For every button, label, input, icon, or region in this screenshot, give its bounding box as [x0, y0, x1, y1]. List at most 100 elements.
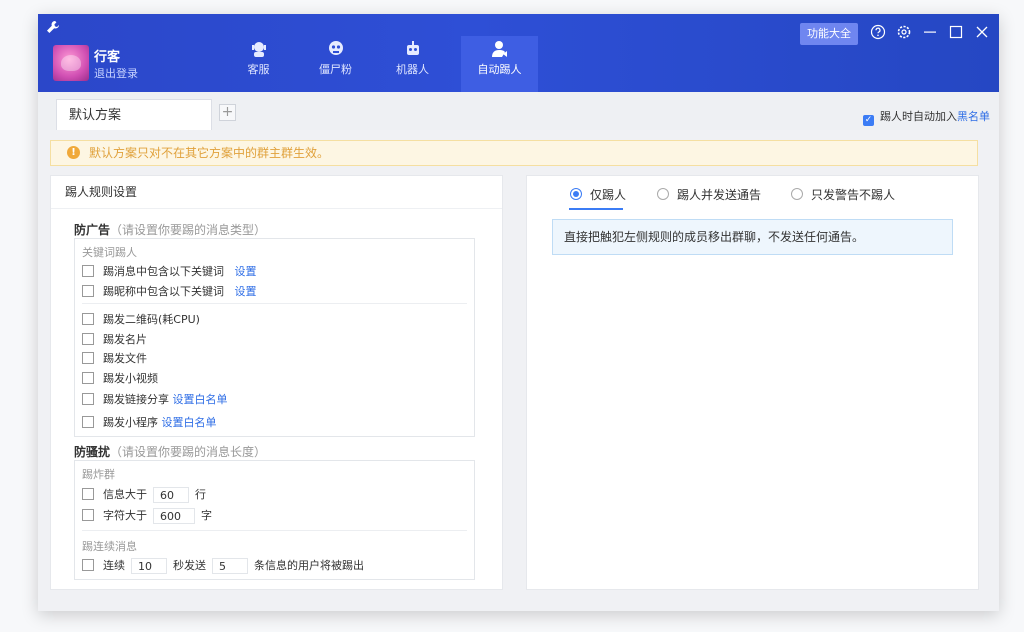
rule-label: 秒发送	[173, 559, 206, 572]
unit-label: 行	[195, 488, 206, 501]
panel-title: 踢人规则设置	[51, 176, 502, 209]
rule-link[interactable]: 踢发链接分享 设置白名单	[82, 391, 228, 407]
rule-info-lines[interactable]: 信息大于 60 行	[82, 486, 206, 503]
nav-tab-auto-kick[interactable]: 自动踢人	[461, 36, 538, 92]
checkbox[interactable]	[82, 559, 94, 571]
kick-user-icon	[491, 40, 509, 58]
checkbox[interactable]	[82, 352, 94, 364]
rule-file[interactable]: 踢发文件	[82, 350, 147, 366]
rule-label: 踢昵称中包含以下关键词	[103, 285, 224, 298]
notice-banner: ! 默认方案只对不在其它方案中的群主群生效。	[50, 140, 978, 166]
anti-ad-title: 防广告（请设置你要踢的消息类型）	[74, 221, 266, 238]
nav-tab-zombie-fans[interactable]: 僵尸粉	[297, 36, 374, 92]
notice-text: 默认方案只对不在其它方案中的群主群生效。	[89, 146, 330, 160]
logout-link[interactable]: 退出登录	[94, 65, 138, 81]
nav-tab-customer-service[interactable]: 客服	[220, 36, 297, 92]
message-count-input[interactable]: 5	[212, 558, 248, 574]
radio-kick-and-notify[interactable]: 踢人并发送通告	[657, 186, 761, 203]
checkbox[interactable]	[82, 488, 94, 500]
keyword-group-label: 关键词踢人	[82, 246, 137, 259]
anti-spam-title: 防骚扰（请设置你要踢的消息长度）	[74, 443, 266, 460]
help-icon[interactable]	[870, 24, 886, 40]
divider	[82, 530, 467, 531]
checkbox[interactable]	[82, 285, 94, 297]
features-button[interactable]: 功能大全	[800, 23, 858, 45]
nav-tab-label: 机器人	[396, 63, 429, 76]
rule-continuous[interactable]: 连续 10 秒发送 5 条信息的用户将被踢出	[82, 557, 364, 574]
nav-tab-label: 客服	[247, 63, 270, 76]
checkbox[interactable]	[82, 333, 94, 345]
zombie-fan-icon	[327, 40, 345, 58]
anti-spam-group: 踢炸群 信息大于 60 行 字符大于 600 字 踢连续消息 连续 10 秒发送 5 条信息的用…	[74, 460, 475, 580]
blacklist-link[interactable]: 黑名单	[957, 110, 990, 123]
checkbox[interactable]	[82, 509, 94, 521]
rule-video[interactable]: 踢发小视频	[82, 370, 158, 386]
rule-label: 字符大于	[103, 509, 147, 522]
radio-label: 仅踢人	[590, 188, 627, 202]
char-count-input[interactable]: 600	[153, 508, 195, 524]
blacklist-text: 踢人时自动加入	[880, 110, 957, 123]
radio-kick-only[interactable]: 仅踢人	[570, 186, 626, 203]
blacklist-option[interactable]: ✓ 踢人时自动加入黑名单	[863, 108, 990, 126]
checkbox[interactable]	[82, 416, 94, 428]
rule-msg-keyword[interactable]: 踢消息中包含以下关键词 设置	[82, 263, 257, 279]
nav-tab-robot[interactable]: 机器人	[374, 36, 451, 92]
rule-label: 踢发小视频	[103, 372, 158, 385]
rule-label: 踢发名片	[103, 333, 147, 346]
radio-label: 踢人并发送通告	[677, 188, 762, 202]
rule-label: 踢发文件	[103, 352, 147, 365]
kick-action-panel: 仅踢人 踢人并发送通告 只发警告不踢人 直接把触犯左侧规则的成员移出群聊，不发送…	[526, 175, 979, 590]
set-keyword-link[interactable]: 设置	[235, 265, 257, 278]
section-title-text: 防骚扰	[74, 445, 111, 459]
selected-option-underline	[569, 208, 623, 210]
warning-icon: !	[67, 146, 80, 159]
add-tab-button[interactable]: +	[219, 104, 236, 121]
anti-ad-group: 关键词踢人 踢消息中包含以下关键词 设置 踢昵称中包含以下关键词 设置 踢发二维…	[74, 238, 475, 437]
tab-default-scheme[interactable]: 默认方案	[56, 99, 212, 130]
checkbox[interactable]	[82, 313, 94, 325]
whitelist-link[interactable]: 设置白名单	[162, 416, 217, 429]
rule-label: 踢发链接分享	[103, 393, 169, 406]
divider	[82, 303, 467, 304]
rule-qrcode[interactable]: 踢发二维码(耗CPU)	[82, 311, 200, 327]
whitelist-link[interactable]: 设置白名单	[173, 393, 228, 406]
maximize-icon[interactable]	[948, 24, 964, 40]
avatar[interactable]	[53, 45, 89, 81]
checkbox[interactable]	[82, 393, 94, 405]
radio-label: 只发警告不踢人	[811, 188, 896, 202]
rule-char-count[interactable]: 字符大于 600 字	[82, 507, 212, 524]
info-lines-input[interactable]: 60	[153, 487, 189, 503]
minimize-icon[interactable]	[922, 24, 938, 40]
rule-nick-keyword[interactable]: 踢昵称中包含以下关键词 设置	[82, 283, 257, 299]
rule-miniprogram[interactable]: 踢发小程序 设置白名单	[82, 414, 217, 430]
settings-gear-icon[interactable]	[896, 24, 912, 40]
radio-button[interactable]	[791, 188, 803, 200]
nav-tab-label: 自动踢人	[477, 63, 522, 76]
checkbox[interactable]	[82, 372, 94, 384]
bomb-group-label: 踢炸群	[82, 468, 115, 481]
scheme-tab-strip: 默认方案 + ✓ 踢人时自动加入黑名单	[38, 92, 999, 130]
option-description: 直接把触犯左侧规则的成员移出群聊，不发送任何通告。	[552, 219, 953, 255]
close-icon[interactable]	[974, 24, 990, 40]
robot-icon	[404, 40, 422, 58]
rule-card[interactable]: 踢发名片	[82, 331, 147, 347]
checkbox[interactable]	[82, 265, 94, 277]
checkbox-checked-icon[interactable]: ✓	[863, 115, 874, 126]
rule-label: 踢消息中包含以下关键词	[103, 265, 224, 278]
rule-label: 踢发二维码(耗CPU)	[103, 313, 200, 326]
section-hint: （请设置你要踢的消息长度）	[110, 445, 267, 459]
title-bar: 行客 退出登录 客服 僵尸粉 机器人 自动踢人 功能大全	[38, 14, 999, 92]
nav-tab-label: 僵尸粉	[319, 63, 352, 76]
section-title-text: 防广告	[74, 223, 111, 237]
wrench-icon	[46, 20, 60, 38]
customer-service-icon	[250, 40, 268, 58]
radio-button[interactable]	[657, 188, 669, 200]
username: 行客	[94, 50, 121, 65]
radio-warn-only[interactable]: 只发警告不踢人	[791, 186, 895, 203]
seconds-input[interactable]: 10	[131, 558, 167, 574]
section-hint: （请设置你要踢的消息类型）	[110, 223, 267, 237]
kick-rules-panel: 踢人规则设置 防广告（请设置你要踢的消息类型） 关键词踢人 踢消息中包含以下关键…	[50, 175, 503, 590]
set-keyword-link[interactable]: 设置	[235, 285, 257, 298]
radio-button[interactable]	[570, 188, 582, 200]
rule-label: 信息大于	[103, 488, 147, 501]
